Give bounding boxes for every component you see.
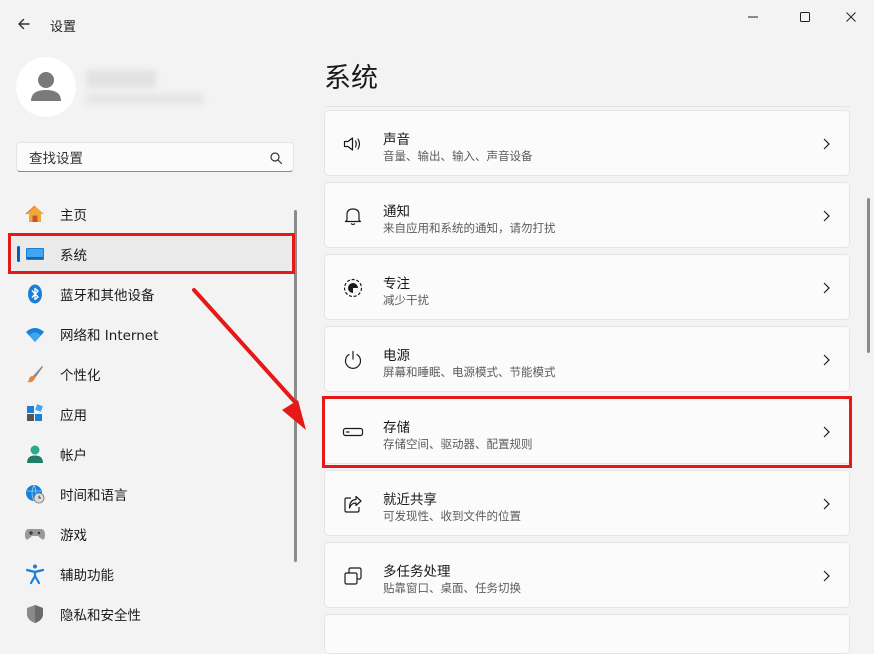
annotation-arrow xyxy=(192,288,306,430)
